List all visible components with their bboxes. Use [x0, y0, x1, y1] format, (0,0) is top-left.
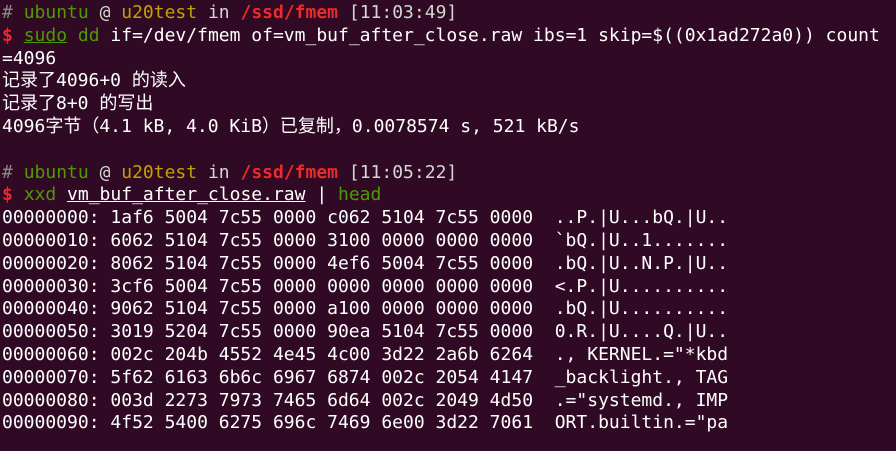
command-sudo: sudo — [23, 24, 68, 46]
prompt-user: ubuntu — [23, 161, 89, 183]
prompt-hash: # — [2, 161, 13, 183]
command-pipe-cmd: head — [338, 184, 382, 206]
prompt-dollar: $ — [2, 184, 13, 206]
command-pipe: | — [316, 184, 328, 206]
hexdump-row: 00000060: 002c 204b 4552 4e45 4c00 3d22 … — [2, 344, 896, 367]
hexdump-hex: 5f62 6163 6b6c 6967 6874 002c 2054 4147 — [110, 366, 534, 388]
prompt-time: [11:05:22] — [348, 161, 458, 183]
hexdump-row: 00000010: 6062 5104 7c55 0000 3100 0000 … — [2, 230, 896, 253]
hexdump-ascii: _backlight., TAG — [554, 366, 729, 388]
prompt-at: @ — [99, 161, 111, 183]
hexdump-row: 00000020: 8062 5104 7c55 0000 4ef6 5004 … — [2, 253, 896, 276]
hexdump-ascii: ORT.builtin.="pa — [554, 412, 729, 434]
prompt-at: @ — [99, 2, 111, 23]
hexdump-hex: 3019 5204 7c55 0000 90ea 5104 7c55 0000 — [110, 321, 534, 343]
command-wrap: =4096 — [2, 47, 57, 69]
prompt-host: u20test — [121, 161, 198, 183]
hexdump-offset: 00000090: — [2, 412, 100, 434]
prompt-hash: # — [2, 2, 13, 23]
hexdump-output: 00000000: 1af6 5004 7c55 0000 c062 5104 … — [2, 207, 896, 435]
command-name: xxd — [23, 184, 57, 206]
hexdump-ascii: .bQ.|U..N.P.|U.. — [554, 252, 729, 274]
hexdump-offset: 00000080: — [2, 389, 100, 411]
hexdump-hex: 4f52 5400 6275 696c 7469 6e00 3d22 7061 — [110, 412, 534, 434]
hexdump-offset: 00000050: — [2, 321, 100, 343]
prompt-in: in — [207, 2, 230, 23]
hexdump-ascii: ., KERNEL.="*kbd — [554, 343, 729, 365]
prompt-line: # ubuntu @ u20test in /ssd/fmem [11:03:4… — [2, 2, 896, 25]
hexdump-hex: 9062 5104 7c55 0000 a100 0000 0000 0000 — [110, 298, 534, 320]
prompt-in: in — [207, 161, 230, 183]
prompt-time: [11:03:49] — [348, 2, 458, 23]
hexdump-ascii: `bQ.|U..1....... — [554, 229, 729, 251]
prompt-line: # ubuntu @ u20test in /ssd/fmem [11:05:2… — [2, 162, 896, 185]
hexdump-ascii: <.P.|U.......... — [554, 275, 729, 297]
hexdump-offset: 00000020: — [2, 252, 100, 274]
hexdump-hex: 3cf6 5004 7c55 0000 0000 0000 0000 0000 — [110, 275, 534, 297]
output-line: 4096字节（4.1 kB, 4.0 KiB）已复制，0.0078574 s, … — [2, 115, 580, 137]
hexdump-offset: 00000070: — [2, 366, 100, 388]
prompt-dir: /ssd/fmem — [240, 2, 339, 23]
terminal-window[interactable]: # ubuntu @ u20test in /ssd/fmem [11:03:4… — [0, 0, 896, 451]
command-file-arg: vm_buf_after_close.raw — [67, 184, 306, 206]
hexdump-ascii: ..P.|U...bQ.|U.. — [554, 207, 729, 229]
command-line[interactable]: $ sudo dd if=/dev/fmem of=vm_buf_after_c… — [2, 25, 896, 48]
hexdump-row: 00000050: 3019 5204 7c55 0000 90ea 5104 … — [2, 321, 896, 344]
hexdump-offset: 00000010: — [2, 229, 100, 251]
hexdump-row: 00000030: 3cf6 5004 7c55 0000 0000 0000 … — [2, 276, 896, 299]
prompt-host: u20test — [121, 2, 198, 23]
command-line[interactable]: $ xxd vm_buf_after_close.raw | head — [2, 184, 896, 207]
hexdump-ascii: 0.R.|U....Q.|U.. — [554, 321, 729, 343]
output-line: 记录了8+0 的写出 — [2, 93, 154, 115]
hexdump-row: 00000000: 1af6 5004 7c55 0000 c062 5104 … — [2, 207, 896, 230]
hexdump-row: 00000080: 003d 2273 7973 7465 6d64 002c … — [2, 390, 896, 413]
command-args: if=/dev/fmem of=vm_buf_after_close.raw i… — [99, 24, 880, 46]
command-wrap-line: =4096 — [2, 48, 896, 71]
command-name: dd — [77, 24, 100, 46]
hexdump-offset: 00000040: — [2, 298, 100, 320]
hexdump-row: 00000040: 9062 5104 7c55 0000 a100 0000 … — [2, 298, 896, 321]
hexdump-offset: 00000000: — [2, 207, 100, 229]
hexdump-row: 00000070: 5f62 6163 6b6c 6967 6874 002c … — [2, 367, 896, 390]
hexdump-hex: 003d 2273 7973 7465 6d64 002c 2049 4d50 — [110, 389, 534, 411]
hexdump-offset: 00000060: — [2, 343, 100, 365]
hexdump-offset: 00000030: — [2, 275, 100, 297]
prompt-dollar: $ — [2, 24, 13, 46]
prompt-user: ubuntu — [23, 2, 89, 23]
hexdump-ascii: .="systemd., IMP — [554, 389, 729, 411]
hexdump-row: 00000090: 4f52 5400 6275 696c 7469 6e00 … — [2, 412, 896, 435]
hexdump-hex: 002c 204b 4552 4e45 4c00 3d22 2a6b 6264 — [110, 343, 534, 365]
hexdump-hex: 1af6 5004 7c55 0000 c062 5104 7c55 0000 — [110, 207, 534, 229]
output-line: 记录了4096+0 的读入 — [2, 70, 186, 92]
hexdump-ascii: .bQ.|U.......... — [554, 298, 729, 320]
prompt-dir: /ssd/fmem — [240, 161, 339, 183]
hexdump-hex: 6062 5104 7c55 0000 3100 0000 0000 0000 — [110, 229, 534, 251]
hexdump-hex: 8062 5104 7c55 0000 4ef6 5004 7c55 0000 — [110, 252, 534, 274]
